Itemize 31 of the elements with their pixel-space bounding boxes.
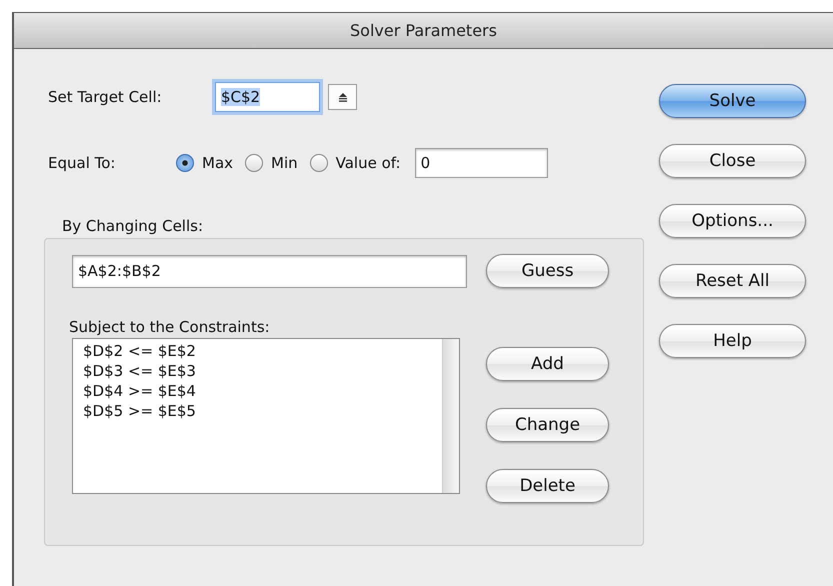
- dialog-button[interactable]: Reset All: [659, 264, 806, 298]
- constraint-button[interactable]: Delete: [486, 469, 609, 503]
- radio-label: Max: [202, 154, 234, 172]
- constraint-item[interactable]: $D$3 <= $E$3: [83, 361, 442, 381]
- changing-cells-field[interactable]: $A$2:$B$2: [72, 254, 467, 288]
- constraint-item[interactable]: $D$2 <= $E$2: [83, 341, 442, 361]
- radio-button[interactable]: [176, 154, 194, 172]
- radio-label: Min: [271, 154, 298, 172]
- constraint-item[interactable]: $D$5 >= $E$5: [83, 401, 442, 421]
- changing-cells-label: By Changing Cells:: [62, 217, 204, 235]
- dialog-button[interactable]: Help: [659, 324, 806, 358]
- constraint-button[interactable]: Add: [486, 347, 609, 381]
- constraints-label: Subject to the Constraints:: [69, 318, 271, 336]
- radio-button[interactable]: [245, 154, 264, 172]
- radio-button[interactable]: [310, 154, 328, 172]
- value-field[interactable]: 0: [414, 148, 548, 178]
- dialog-button[interactable]: Close: [659, 144, 806, 178]
- constraint-item[interactable]: $D$4 >= $E$4: [83, 381, 442, 401]
- dialog-button[interactable]: Solve: [659, 84, 806, 118]
- radio-label: Value of:: [336, 154, 401, 172]
- constraints-list[interactable]: $D$2 <= $E$2 $D$3 <= $E$3 $D$4 >= $E$4 $D$5 >= $E$5: [72, 338, 460, 494]
- dialog-button[interactable]: Options...: [659, 204, 806, 238]
- scroll-bar[interactable]: [442, 339, 459, 493]
- collapse-dialog-button[interactable]: [328, 84, 357, 110]
- target-cell-label: Set Target Cell:: [48, 88, 163, 106]
- collapse-icon: [338, 92, 348, 102]
- equal-to-label: Equal To:: [48, 154, 116, 172]
- guess-button[interactable]: Guess: [486, 254, 609, 288]
- target-cell-field[interactable]: $C$2: [215, 82, 320, 112]
- window-title: Solver Parameters: [350, 21, 497, 40]
- constraint-button[interactable]: Change: [486, 408, 609, 442]
